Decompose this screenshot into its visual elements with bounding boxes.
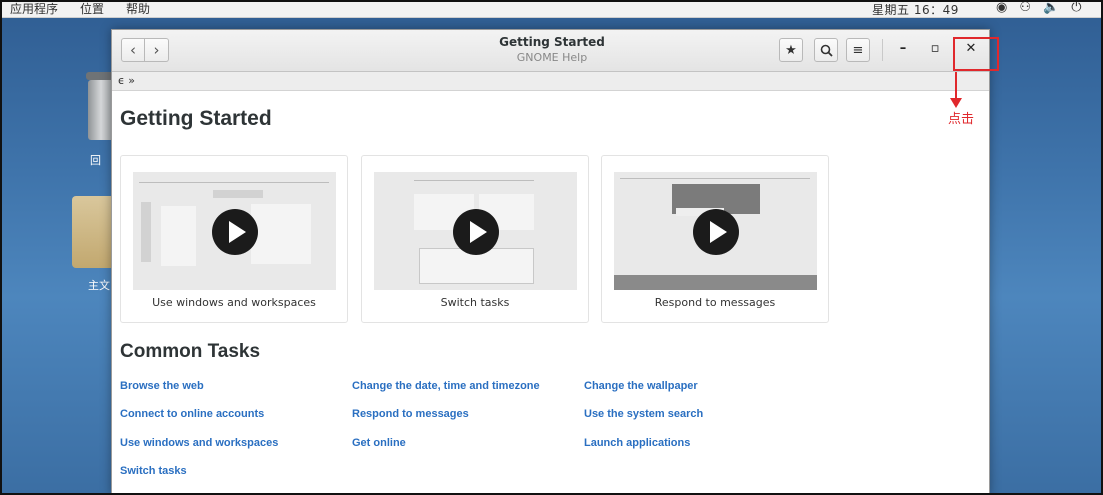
task-link[interactable]: Browse the web: [120, 380, 204, 392]
system-tray[interactable]: ◉ ⚇ 🔈 ⏻: [996, 0, 1081, 15]
search-button[interactable]: [814, 38, 838, 62]
chevron-right-icon: ›: [153, 41, 160, 59]
header-bar: ‹ › Getting Started GNOME Help ★ ≡ – ▫ ✕: [112, 30, 989, 72]
help-window: ‹ › Getting Started GNOME Help ★ ≡ – ▫ ✕…: [111, 29, 990, 495]
video-caption: Switch tasks: [440, 296, 510, 309]
common-tasks-heading: Common Tasks: [120, 341, 261, 362]
star-icon: ★: [785, 42, 797, 58]
annotation-highlight-box: [953, 37, 999, 71]
annotation-label: 点击: [948, 112, 975, 127]
task-link[interactable]: Use windows and workspaces: [120, 437, 278, 449]
navigation-buttons: ‹ ›: [121, 38, 169, 62]
forward-button[interactable]: ›: [145, 38, 169, 62]
task-link[interactable]: Change the date, time and timezone: [352, 380, 540, 392]
task-link[interactable]: Launch applications: [584, 437, 690, 449]
video-thumbnail[interactable]: [374, 172, 577, 290]
video-caption: Use windows and workspaces: [152, 296, 316, 309]
maximize-button[interactable]: ▫: [927, 41, 943, 56]
task-link[interactable]: Use the system search: [584, 408, 703, 420]
places-menu[interactable]: 位置: [80, 0, 104, 17]
play-icon[interactable]: [212, 209, 258, 255]
hamburger-icon: ≡: [852, 42, 864, 58]
home-folder-label: 主文: [88, 279, 110, 292]
panel-clock[interactable]: 星期五 16：49: [872, 1, 959, 18]
page-title: Getting Started: [120, 107, 272, 130]
volume-icon[interactable]: 🔈: [1043, 0, 1059, 15]
task-link[interactable]: Change the wallpaper: [584, 380, 698, 392]
annotation-arrow-icon: [950, 98, 962, 108]
breadcrumb: ϵ »: [112, 72, 989, 91]
video-card-windows[interactable]: Use windows and workspaces: [120, 155, 348, 323]
maximize-icon: ▫: [930, 41, 940, 56]
top-panel-menus: 应用程序 位置 帮助: [10, 0, 150, 17]
accessibility-icon[interactable]: ◉: [996, 0, 1007, 15]
task-link[interactable]: Get online: [352, 437, 406, 449]
video-thumbnail[interactable]: [614, 172, 817, 290]
minimize-button[interactable]: –: [895, 41, 911, 56]
play-icon[interactable]: [693, 209, 739, 255]
annotation-arrow-line: [955, 72, 957, 100]
search-icon: [820, 44, 833, 57]
chevron-left-icon: ‹: [130, 41, 136, 59]
bookmark-button[interactable]: ★: [779, 38, 803, 62]
task-link[interactable]: Respond to messages: [352, 408, 469, 420]
minimize-icon: –: [899, 41, 907, 56]
window-title: Getting Started: [499, 35, 605, 49]
power-icon[interactable]: ⏻: [1071, 0, 1081, 15]
task-link[interactable]: Switch tasks: [120, 465, 187, 477]
header-separator: [882, 39, 883, 61]
video-card-switch-tasks[interactable]: Switch tasks: [361, 155, 589, 323]
help-content: Getting Started Use windows and workspac…: [112, 91, 989, 495]
help-menu[interactable]: 帮助: [126, 0, 150, 17]
network-icon[interactable]: ⚇: [1019, 0, 1031, 15]
window-title-box: Getting Started GNOME Help: [452, 35, 652, 64]
task-link[interactable]: Connect to online accounts: [120, 408, 264, 420]
play-icon[interactable]: [453, 209, 499, 255]
video-card-messages[interactable]: Respond to messages: [601, 155, 829, 323]
home-folder-icon[interactable]: [72, 196, 116, 268]
trash-label: 回: [90, 154, 101, 167]
applications-menu[interactable]: 应用程序: [10, 0, 58, 17]
video-caption: Respond to messages: [654, 296, 776, 309]
video-thumbnail[interactable]: [133, 172, 336, 290]
window-subtitle: GNOME Help: [516, 51, 588, 64]
menu-button[interactable]: ≡: [846, 38, 870, 62]
back-button[interactable]: ‹: [121, 38, 145, 62]
breadcrumb-home-icon[interactable]: ϵ »: [118, 74, 135, 87]
top-panel: 应用程序 位置 帮助 星期五 16：49 ◉ ⚇ 🔈 ⏻: [0, 0, 1103, 18]
